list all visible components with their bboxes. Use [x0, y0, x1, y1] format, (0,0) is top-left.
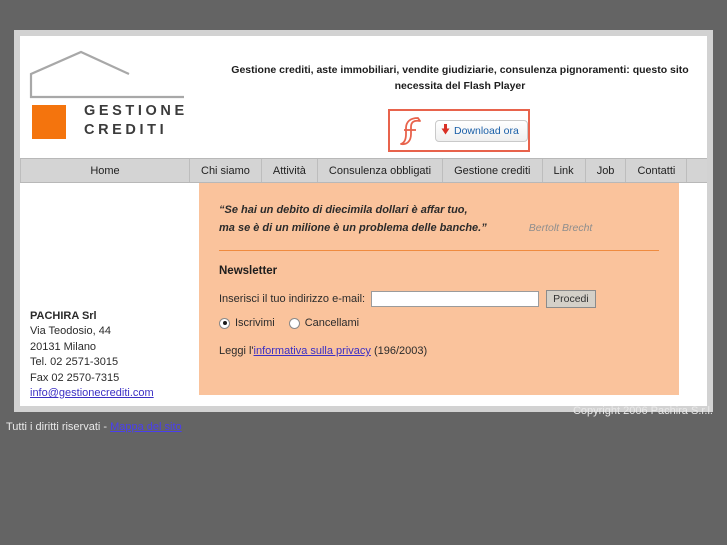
content-panel: “Se hai un debito di diecimila dollari è…	[199, 183, 679, 395]
nav-item-gestione-crediti[interactable]: Gestione crediti	[443, 159, 543, 182]
footer-rights: Tutti i diritti riservati - Mappa del si…	[6, 421, 182, 433]
company-fax: Fax 02 2570-7315	[30, 371, 120, 384]
nav-item-consulenza-obbligati[interactable]: Consulenza obbligati	[318, 159, 444, 182]
company-email-link[interactable]: info@gestionecrediti.com	[30, 387, 154, 399]
flash-player-badge[interactable]: Download ora	[388, 109, 530, 152]
email-field-label: Inserisci il tuo indirizzo e-mail:	[219, 293, 366, 305]
email-input[interactable]	[371, 291, 540, 307]
quote-author: Bertolt Brecht	[528, 222, 593, 234]
download-arrow-icon	[441, 123, 450, 138]
company-phone: Tel. 02 2571-3015	[30, 356, 119, 369]
sitemap-link[interactable]: Mappa del sito	[110, 421, 182, 433]
nav-label: Contatti	[637, 164, 676, 177]
radio-label-iscrivimi: Iscrivimi	[235, 317, 275, 329]
logo-square-mark	[32, 105, 66, 139]
privacy-prefix: Leggi l'	[219, 345, 254, 357]
nav-item-chi-siamo[interactable]: Chi siamo	[190, 159, 262, 182]
nav-item-link[interactable]: Link	[543, 159, 586, 182]
radio-label-cancellami: Cancellami	[304, 317, 360, 329]
subscription-options: Iscrivimi Cancellami	[219, 317, 659, 329]
rights-text: Tutti i diritti riservati -	[6, 421, 111, 433]
nav-item-job[interactable]: Job	[586, 159, 627, 182]
quote-line-2: ma se è di un milione è un problema dell…	[219, 222, 487, 234]
quote-line-1: “Se hai un debito di diecimila dollari è…	[219, 204, 468, 216]
sidebar: PACHIRA Srl Via Teodosio, 44 20131 Milan…	[20, 183, 199, 406]
site-logo[interactable]: GESTIONE CREDITI	[26, 50, 206, 155]
logo-line-1: GESTIONE	[84, 103, 188, 119]
site-header: GESTIONE CREDITI Gestione crediti, aste …	[20, 36, 707, 158]
flash-f-icon	[398, 114, 428, 148]
main-navigation: Home Chi siamo Attività Consulenza obbli…	[20, 158, 707, 183]
privacy-notice: Leggi l'informativa sulla privacy (196/2…	[219, 345, 659, 357]
radio-option-iscrivimi[interactable]: Iscrivimi	[219, 317, 275, 329]
quote-block: “Se hai un debito di diecimila dollari è…	[219, 201, 659, 237]
company-city: 20131 Milano	[30, 340, 97, 353]
privacy-policy-link[interactable]: informativa sulla privacy	[254, 345, 371, 357]
nav-item-attivita[interactable]: Attività	[262, 159, 318, 182]
newsletter-heading: Newsletter	[219, 265, 278, 277]
divider	[219, 250, 659, 251]
copyright-text: Copyright 2006 Pachira S.r.l.	[572, 405, 713, 417]
logo-wordmark: GESTIONE CREDITI	[84, 102, 188, 140]
radio-checked-icon	[219, 317, 230, 329]
header-tagline: Gestione crediti, aste immobiliari, vend…	[231, 64, 689, 92]
nav-label: Consulenza obbligati	[328, 164, 432, 177]
download-ora-button[interactable]: Download ora	[435, 119, 528, 142]
nav-item-contatti[interactable]: Contatti	[626, 159, 688, 182]
radio-option-cancellami[interactable]: Cancellami	[288, 317, 360, 329]
privacy-suffix: (196/2003)	[370, 345, 428, 357]
submit-button[interactable]: Procedi	[546, 290, 596, 308]
nav-label: Gestione crediti	[454, 164, 531, 177]
nav-label: Link	[553, 164, 574, 177]
company-name: PACHIRA Srl	[30, 310, 97, 322]
page-content: GESTIONE CREDITI Gestione crediti, aste …	[20, 36, 707, 406]
nav-label: Chi siamo	[201, 164, 250, 177]
page-body: PACHIRA Srl Via Teodosio, 44 20131 Milan…	[20, 183, 707, 406]
newsletter-form: Inserisci il tuo indirizzo e-mail: Proce…	[219, 290, 659, 308]
company-address-block: PACHIRA Srl Via Teodosio, 44 20131 Milan…	[30, 309, 154, 401]
nav-label: Home	[90, 164, 120, 177]
logo-line-2: CREDITI	[84, 122, 168, 138]
download-ora-label: Download ora	[454, 124, 519, 137]
radio-unchecked-icon	[288, 317, 300, 329]
page-frame: GESTIONE CREDITI Gestione crediti, aste …	[14, 30, 713, 412]
company-street: Via Teodosio, 44	[30, 325, 111, 338]
nav-label: Job	[596, 164, 615, 177]
nav-label: Attività	[272, 164, 306, 177]
nav-item-home[interactable]: Home	[20, 159, 190, 182]
